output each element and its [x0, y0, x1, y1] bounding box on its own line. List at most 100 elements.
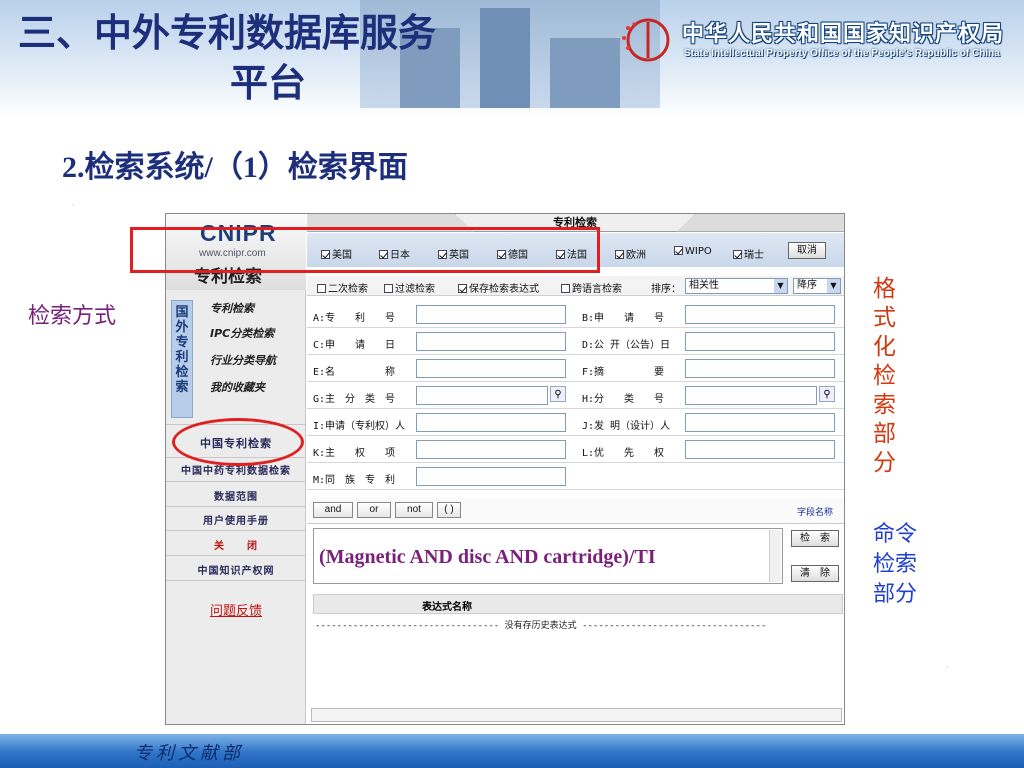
field-label: K:主 权 项 [313, 448, 396, 459]
sidebar-link-cnipr-net[interactable]: 中国知识产权网 [166, 562, 306, 577]
country-label: WIPO [685, 246, 712, 257]
country-label: 日本 [390, 250, 410, 261]
country-label: 瑞士 [744, 250, 764, 261]
sipo-emblem-icon [622, 18, 670, 62]
command-scrollbar[interactable] [769, 530, 781, 582]
checkbox-icon [458, 284, 467, 293]
abstract-input[interactable] [685, 359, 835, 378]
field-row: I:申请（专利权）人 J:发 明（设计）人 [307, 409, 844, 436]
checkbox-icon [733, 250, 742, 259]
search-icon[interactable]: ⚲ [550, 386, 566, 402]
publication-date-input[interactable] [685, 332, 835, 351]
cancel-button[interactable]: 取消 [788, 242, 826, 259]
sidebar-divider [166, 555, 306, 556]
checkbox-icon [317, 284, 326, 293]
checkbox-icon [497, 250, 506, 259]
applicant-input[interactable] [416, 413, 566, 432]
option-cross-language[interactable]: 跨语言检索 [561, 280, 622, 295]
tab-patent-search[interactable]: 专利检索 [455, 214, 695, 232]
cnipr-sidebar: CNIPR www.cnipr.com 专利检索 国外专利检索 专利检索 IPC… [166, 214, 306, 724]
callout-command-search: 命令检索部分 [873, 522, 918, 607]
sidebar-item-ipc-search[interactable]: IPC分类检索 [210, 325, 274, 341]
field-label: A:专 利 号 [313, 313, 396, 324]
priority-input[interactable] [685, 440, 835, 459]
field-names-link[interactable]: 字段名称 [797, 505, 833, 518]
inventor-input[interactable] [685, 413, 835, 432]
field-label: C:申 请 日 [313, 340, 396, 351]
checkbox-icon [438, 250, 447, 259]
title-input[interactable] [416, 359, 566, 378]
main-class-input[interactable] [416, 386, 548, 405]
country-ch-checkbox[interactable]: 瑞士 [733, 246, 764, 261]
sidebar-item-industry-nav[interactable]: 行业分类导航 [210, 352, 276, 368]
country-label: 德国 [508, 250, 528, 261]
patent-number-input[interactable] [416, 305, 566, 324]
sidebar-link-data-scope[interactable]: 数据范围 [166, 488, 306, 503]
and-button[interactable]: and [313, 502, 353, 518]
field-label: L:优 先 权 [582, 448, 665, 459]
option-filter-search[interactable]: 过滤检索 [384, 280, 435, 295]
option-save-expression[interactable]: 保存检索表达式 [458, 280, 539, 295]
field-label: F:摘 要 [582, 367, 665, 378]
option-secondary-search[interactable]: 二次检索 [317, 280, 368, 295]
country-eu-checkbox[interactable]: 欧洲 [615, 246, 646, 261]
sidebar-divider [166, 580, 306, 581]
field-label: J:发 明（设计）人 [582, 421, 671, 432]
checkbox-icon [674, 246, 683, 255]
order-value: 降序 [797, 280, 817, 291]
sort-value: 相关性 [689, 280, 719, 291]
sidebar-link-user-manual[interactable]: 用户使用手册 [166, 512, 306, 527]
sidebar-link-tcm-patent[interactable]: 中国中药专利数据检索 [166, 462, 306, 477]
sidebar-link-china-patent-search[interactable]: 中国专利检索 [166, 435, 306, 451]
sort-select[interactable]: 相关性 ▼ [685, 278, 788, 294]
field-label: I:申请（专利权）人 [313, 421, 406, 432]
sidebar-divider [166, 481, 306, 482]
application-date-input[interactable] [416, 332, 566, 351]
country-gb-checkbox[interactable]: 英国 [438, 246, 469, 261]
cnipr-url: www.cnipr.com [199, 248, 266, 259]
sipo-logo: 中华人民共和国国家知识产权局 State Intellectual Proper… [618, 10, 1018, 70]
country-us-checkbox[interactable]: 美国 [321, 246, 352, 261]
history-empty-message: ---------------------------------- 没有存历史… [315, 621, 767, 631]
field-row: G:主 分 类 号 ⚲ H:分 类 号 ⚲ [307, 382, 844, 409]
checkbox-icon [561, 284, 570, 293]
sidebar-item-patent-search[interactable]: 专利检索 [210, 300, 254, 316]
parentheses-button[interactable]: ( ) [437, 502, 461, 518]
command-text: (Magnetic AND disc AND cartridge)/TI [319, 546, 656, 568]
sidebar-link-close[interactable]: 关 闭 [166, 537, 306, 552]
country-fr-checkbox[interactable]: 法国 [556, 246, 587, 261]
decor-dot: · [72, 201, 75, 210]
or-button[interactable]: or [357, 502, 391, 518]
option-label: 二次检索 [328, 284, 368, 295]
callout-formatted-search: 格式化检索部分 [873, 276, 896, 476]
feedback-link[interactable]: 问题反馈 [166, 600, 306, 619]
country-wipo-checkbox[interactable]: WIPO [674, 246, 712, 257]
sidebar-item-favorites[interactable]: 我的收藏夹 [210, 379, 265, 395]
main-claim-input[interactable] [416, 440, 566, 459]
search-icon[interactable]: ⚲ [819, 386, 835, 402]
tab-foreign-patent-search[interactable]: 国外专利检索 [171, 300, 193, 418]
sidebar-divider [166, 506, 306, 507]
order-select[interactable]: 降序 ▼ [793, 278, 841, 294]
sidebar-divider [166, 530, 306, 531]
clear-button[interactable]: 清 除 [791, 565, 839, 582]
callout-search-method: 检索方式 [28, 304, 117, 329]
field-row: E:名 称 F:摘 要 [307, 355, 844, 382]
horizontal-scrollbar[interactable] [311, 708, 842, 722]
application-number-input[interactable] [685, 305, 835, 324]
not-button[interactable]: not [395, 502, 433, 518]
patent-family-input[interactable] [416, 467, 566, 486]
checkbox-icon [615, 250, 624, 259]
classification-input[interactable] [685, 386, 817, 405]
chevron-down-icon: ▼ [774, 279, 787, 293]
sipo-name-cn: 中华人民共和国国家知识产权局 [682, 22, 1005, 47]
history-column-expression-name: 表达式名称 [422, 602, 472, 613]
search-button[interactable]: 检 索 [791, 530, 839, 547]
country-de-checkbox[interactable]: 德国 [497, 246, 528, 261]
field-row: K:主 权 项 L:优 先 权 [307, 436, 844, 463]
search-panel: 专利检索 美国 日本 英国 德国 法国 欧洲 WIPO 瑞士 取消 二次检索 过… [307, 214, 844, 724]
slide-subtitle: 2.检索系统/（1）检索界面 [62, 151, 408, 184]
chevron-down-icon: ▼ [827, 279, 840, 293]
field-label: D:公 开（公告）日 [582, 340, 671, 351]
country-jp-checkbox[interactable]: 日本 [379, 246, 410, 261]
